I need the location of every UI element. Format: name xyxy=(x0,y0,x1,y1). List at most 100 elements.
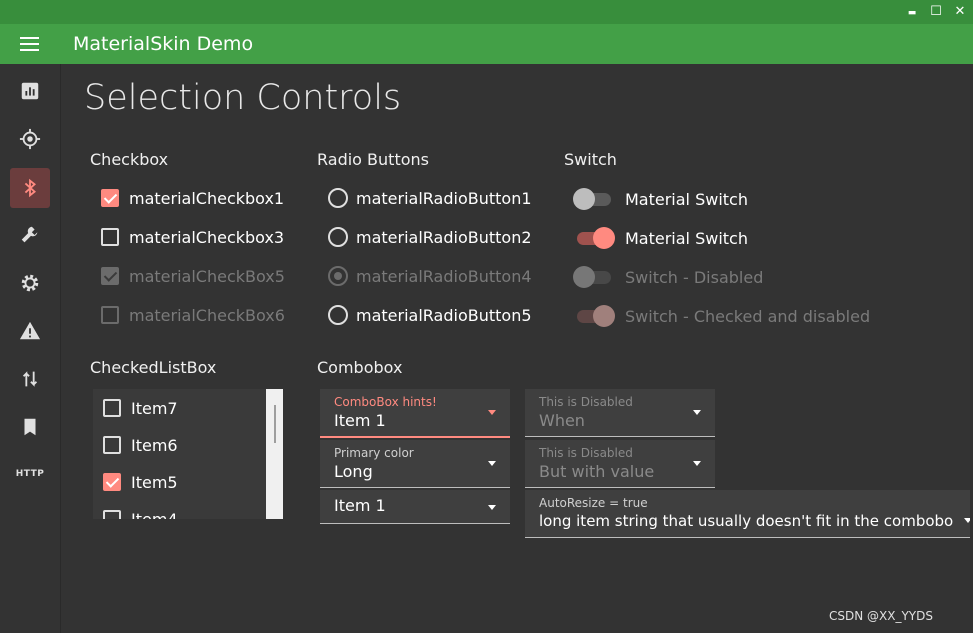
combobox-value: But with value xyxy=(539,462,655,481)
combobox-plain[interactable]: Item 1 xyxy=(320,490,510,524)
sidebar-item-target[interactable] xyxy=(10,119,50,159)
switch-toggle xyxy=(573,266,615,288)
sidebar-item-settings[interactable] xyxy=(10,263,50,303)
sidebar: HTTP xyxy=(0,64,61,633)
warning-icon xyxy=(19,321,41,340)
menu-icon[interactable] xyxy=(20,37,39,51)
switch-toggle[interactable] xyxy=(573,227,615,249)
radio-circle[interactable] xyxy=(328,188,348,208)
combobox-value: long item string that usually doesn't fi… xyxy=(539,512,954,530)
radio-row: materialRadioButton4 xyxy=(328,264,532,288)
close-button[interactable]: ✕ xyxy=(950,2,970,22)
checkedlistbox-heading: CheckedListBox xyxy=(90,358,217,377)
checkbox-row: materialCheckBox5 xyxy=(101,264,285,288)
combobox-hint: Primary color xyxy=(334,446,414,460)
checkbox-row[interactable]: materialCheckbox3 xyxy=(101,225,284,249)
sidebar-item-chart[interactable] xyxy=(10,71,50,111)
list-item[interactable]: Item5 xyxy=(103,470,178,494)
checkbox-box[interactable] xyxy=(101,228,119,246)
list-item[interactable]: Item7 xyxy=(103,396,178,420)
radio-row[interactable]: materialRadioButton2 xyxy=(328,225,532,249)
radio-label: materialRadioButton5 xyxy=(356,305,532,325)
scrollbar-thumb[interactable] xyxy=(274,405,276,443)
radio-row[interactable]: materialRadioButton1 xyxy=(328,186,532,210)
chart-icon xyxy=(21,82,39,100)
chevron-down-icon xyxy=(693,461,701,466)
combobox-hint: This is Disabled xyxy=(539,395,633,409)
checkbox-label: materialCheckbox1 xyxy=(129,188,285,208)
sidebar-item-bookmarks[interactable] xyxy=(10,407,50,447)
radio-label: materialRadioButton4 xyxy=(356,266,532,286)
checkbox-label: materialCheckBox5 xyxy=(129,266,285,286)
chevron-down-icon xyxy=(964,518,970,523)
sidebar-item-warnings[interactable] xyxy=(10,311,50,351)
switch-toggle xyxy=(573,305,615,327)
radio-circle[interactable] xyxy=(328,227,348,247)
switch-toggle[interactable] xyxy=(573,188,615,210)
watermark: CSDN @XX_YYDS xyxy=(829,609,933,623)
bookmark-icon xyxy=(24,418,36,436)
switch-row[interactable]: Material Switch xyxy=(573,226,748,250)
combobox-hint: This is Disabled xyxy=(539,446,633,460)
switch-row[interactable]: Material Switch xyxy=(573,187,748,211)
switch-label: Switch - Checked and disabled xyxy=(625,306,871,326)
checkbox-box[interactable] xyxy=(103,473,121,491)
switch-label: Material Switch xyxy=(625,189,748,209)
list-item-label: Item7 xyxy=(131,398,178,418)
combobox-disabled-empty: This is Disabled When xyxy=(525,389,715,437)
app-bar: MaterialSkin Demo xyxy=(0,24,973,64)
minimize-button[interactable]: ▬ xyxy=(902,2,922,22)
switch-label: Switch - Disabled xyxy=(625,267,764,287)
list-item-label: Item6 xyxy=(131,435,178,455)
radio-row[interactable]: materialRadioButton5 xyxy=(328,303,532,327)
switch-heading: Switch xyxy=(564,150,617,169)
radio-circle[interactable] xyxy=(328,305,348,325)
checkbox-heading: Checkbox xyxy=(90,150,169,169)
checkbox-row: materialCheckBox6 xyxy=(101,303,285,327)
list-item[interactable]: Item4 xyxy=(103,507,178,519)
checkbox-box xyxy=(101,306,119,324)
checkbox-row[interactable]: materialCheckbox1 xyxy=(101,186,284,210)
radio-circle xyxy=(328,266,348,286)
chevron-down-icon xyxy=(693,410,701,415)
sidebar-item-bluetooth[interactable] xyxy=(10,168,50,208)
crosshair-icon xyxy=(19,128,41,150)
checkbox-box[interactable] xyxy=(101,189,119,207)
combobox-value: Long xyxy=(334,462,373,481)
maximize-button[interactable]: ☐ xyxy=(926,2,946,22)
page-title: Selection Controls xyxy=(84,78,402,118)
combobox-value: Item 1 xyxy=(334,496,386,515)
switch-row: Switch - Checked and disabled xyxy=(573,304,870,328)
list-item[interactable]: Item6 xyxy=(103,433,178,457)
checkbox-label: materialCheckbox3 xyxy=(129,227,285,247)
chevron-down-icon xyxy=(488,505,496,510)
combobox-value: When xyxy=(539,411,585,430)
list-item-label: Item5 xyxy=(131,472,178,492)
chevron-down-icon xyxy=(488,410,496,415)
sidebar-item-transfer[interactable] xyxy=(10,359,50,399)
checkbox-box[interactable] xyxy=(103,510,121,519)
checked-list-box[interactable]: Item7 Item6 Item5 Item4 xyxy=(93,389,283,519)
wrench-icon xyxy=(21,226,38,243)
checkbox-box xyxy=(101,267,119,285)
gear-icon xyxy=(21,274,39,292)
chevron-down-icon xyxy=(488,461,496,466)
combobox-primary[interactable]: Primary color Long xyxy=(320,440,510,488)
bluetooth-icon xyxy=(24,178,36,198)
combobox-autoresize[interactable]: AutoResize = true long item string that … xyxy=(525,490,970,538)
combobox-hints[interactable]: ComboBox hints! Item 1 xyxy=(320,389,510,438)
sidebar-item-http[interactable]: HTTP xyxy=(10,454,50,494)
combobox-hint: AutoResize = true xyxy=(539,496,648,510)
checkbox-label: materialCheckBox6 xyxy=(129,305,285,325)
combobox-disabled-value: This is Disabled But with value xyxy=(525,440,715,488)
switch-label: Material Switch xyxy=(625,228,748,248)
sidebar-item-tools[interactable] xyxy=(10,215,50,255)
checkbox-box[interactable] xyxy=(103,399,121,417)
radio-label: materialRadioButton2 xyxy=(356,227,532,247)
radio-label: materialRadioButton1 xyxy=(356,188,532,208)
http-icon: HTTP xyxy=(15,469,45,479)
checkbox-box[interactable] xyxy=(103,436,121,454)
combobox-heading: Combobox xyxy=(317,358,403,377)
combobox-value: Item 1 xyxy=(334,411,386,430)
window-titlebar: ▬ ☐ ✕ xyxy=(0,0,973,24)
